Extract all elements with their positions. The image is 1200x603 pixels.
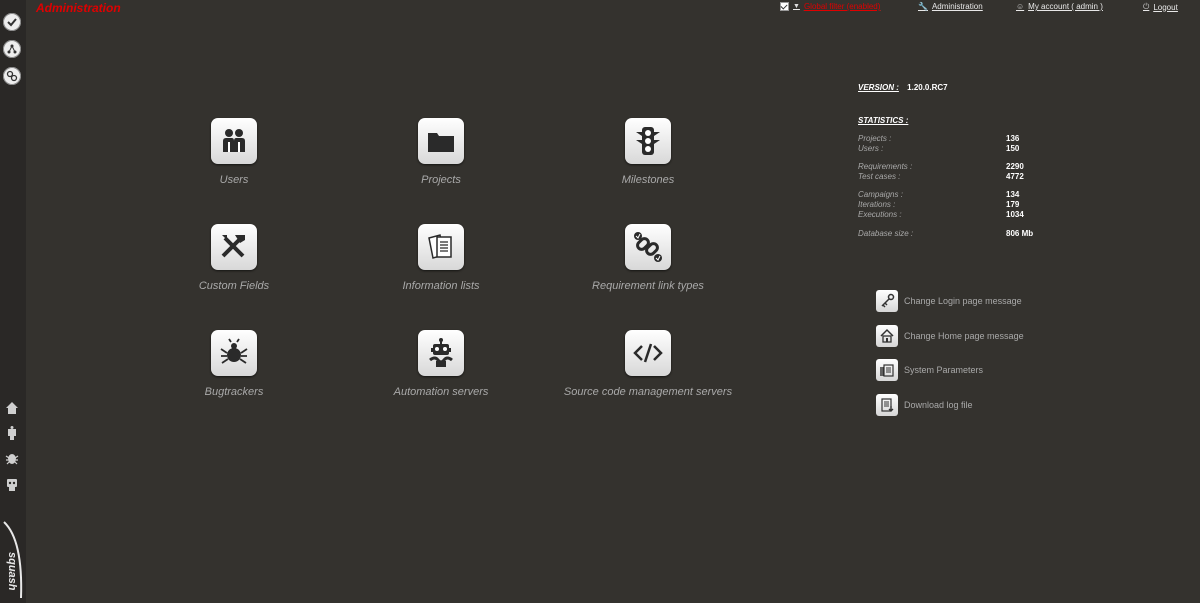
my-account-link[interactable]: ☺ My account ( admin ) [1016, 2, 1103, 11]
folder-icon[interactable] [418, 118, 464, 164]
action-label[interactable]: System Parameters [904, 365, 983, 375]
version-label: VERSION : [858, 83, 899, 92]
bug-icon[interactable] [4, 450, 20, 466]
stat-key: Users : [858, 144, 884, 153]
stat-value: 4772 [1006, 172, 1024, 181]
stat-key: Executions : [858, 210, 902, 219]
chain-link-icon[interactable] [625, 224, 671, 270]
download-icon[interactable] [876, 394, 898, 416]
tile-label[interactable]: Information lists [402, 280, 479, 292]
stat-row: Campaigns : 134 [858, 190, 1058, 200]
logout-label[interactable]: Logout [1153, 3, 1177, 12]
logout-link[interactable]: ⏻ Logout [1143, 2, 1178, 12]
tile-users[interactable]: Users [134, 118, 334, 198]
stat-row: Executions : 1034 [858, 210, 1058, 220]
link-icon[interactable] [3, 67, 21, 85]
stat-value: 179 [1006, 200, 1020, 209]
action-label[interactable]: Download log file [904, 400, 973, 410]
tile-custom-fields[interactable]: Custom Fields [134, 224, 334, 304]
tools-icon[interactable] [211, 224, 257, 270]
robot-icon[interactable] [4, 476, 20, 492]
key-icon[interactable] [876, 290, 898, 312]
my-account-label[interactable]: My account ( admin ) [1028, 2, 1103, 11]
filter-label[interactable]: Global filter (enabled) [804, 2, 880, 11]
stat-key: Projects : [858, 134, 892, 143]
stat-value: 1034 [1006, 210, 1024, 219]
house-icon[interactable] [876, 325, 898, 347]
filter-checkbox[interactable] [780, 2, 789, 11]
chevron-down-icon[interactable]: ▼ [793, 3, 800, 10]
home-icon[interactable] [4, 400, 20, 416]
stat-row: Iterations : 179 [858, 200, 1058, 210]
robot-icon[interactable] [418, 330, 464, 376]
administration-link-label[interactable]: Administration [932, 2, 983, 11]
left-rail: squash [0, 0, 26, 603]
bug-icon[interactable] [211, 330, 257, 376]
tile-bugtrackers[interactable]: Bugtrackers [134, 330, 334, 410]
tile-source-code-management-servers[interactable]: Source code management servers [548, 330, 748, 410]
tile-automation-servers[interactable]: Automation servers [341, 330, 541, 410]
admin-page: squash Administration ▼ Global filter (e… [0, 0, 1200, 603]
page-title: Administration [36, 1, 121, 15]
stat-value: 136 [1006, 134, 1020, 143]
tile-information-lists[interactable]: Information lists [341, 224, 541, 304]
stat-row: Users : 150 [858, 144, 1058, 154]
stat-value: 134 [1006, 190, 1020, 199]
system-parameters-action[interactable]: System Parameters [876, 359, 983, 381]
tile-requirement-link-types[interactable]: Requirement link types [548, 224, 748, 304]
squash-logo: squash [1, 520, 25, 600]
stat-value: 2290 [1006, 162, 1024, 171]
traffic-light-icon[interactable] [625, 118, 671, 164]
tile-label[interactable]: Milestones [622, 174, 675, 186]
tile-label[interactable]: Bugtrackers [205, 386, 264, 398]
download-log-action[interactable]: Download log file [876, 394, 973, 416]
stat-row: Requirements : 2290 [858, 162, 1058, 172]
requirements-icon[interactable] [3, 40, 21, 58]
power-icon: ⏻ [1143, 2, 1150, 11]
code-icon[interactable] [625, 330, 671, 376]
stat-key: Iterations : [858, 200, 896, 209]
tile-label[interactable]: Users [220, 174, 249, 186]
action-label[interactable]: Change Home page message [904, 331, 1024, 341]
stat-value: 806 Mb [1006, 229, 1034, 238]
stat-row: Projects : 136 [858, 134, 1058, 144]
tile-projects[interactable]: Projects [341, 118, 541, 198]
version-value: 1.20.0.RC7 [907, 83, 948, 92]
action-label[interactable]: Change Login page message [904, 296, 1022, 306]
stat-key: Database size : [858, 229, 914, 238]
svg-text:squash: squash [6, 552, 18, 591]
users-icon[interactable] [211, 118, 257, 164]
documents-icon[interactable] [418, 224, 464, 270]
stat-row: Database size : 806 Mb [858, 229, 1058, 239]
stat-key: Test cases : [858, 172, 901, 181]
tile-label[interactable]: Custom Fields [199, 280, 269, 292]
stat-key: Campaigns : [858, 190, 903, 199]
stat-value: 150 [1006, 144, 1020, 153]
tile-milestones[interactable]: Milestones [548, 118, 748, 198]
change-home-message-action[interactable]: Change Home page message [876, 325, 1024, 347]
automation-icon[interactable] [4, 425, 20, 441]
tile-label[interactable]: Source code management servers [564, 386, 732, 398]
version-info: VERSION : 1.20.0.RC7 [858, 83, 948, 92]
stat-row: Test cases : 4772 [858, 172, 1058, 182]
check-circle-icon[interactable] [3, 13, 21, 31]
tile-label[interactable]: Automation servers [394, 386, 489, 398]
stat-key: Requirements : [858, 162, 913, 171]
wrench-icon: 🔧 [918, 2, 928, 11]
settings-icon[interactable] [876, 359, 898, 381]
administration-link[interactable]: 🔧 Administration [918, 2, 983, 11]
user-icon: ☺ [1016, 2, 1025, 11]
global-filter[interactable]: ▼ Global filter (enabled) [780, 2, 880, 11]
tile-label[interactable]: Projects [421, 174, 461, 186]
change-login-message-action[interactable]: Change Login page message [876, 290, 1022, 312]
statistics-title: STATISTICS : [858, 116, 909, 125]
tile-label[interactable]: Requirement link types [592, 280, 704, 292]
